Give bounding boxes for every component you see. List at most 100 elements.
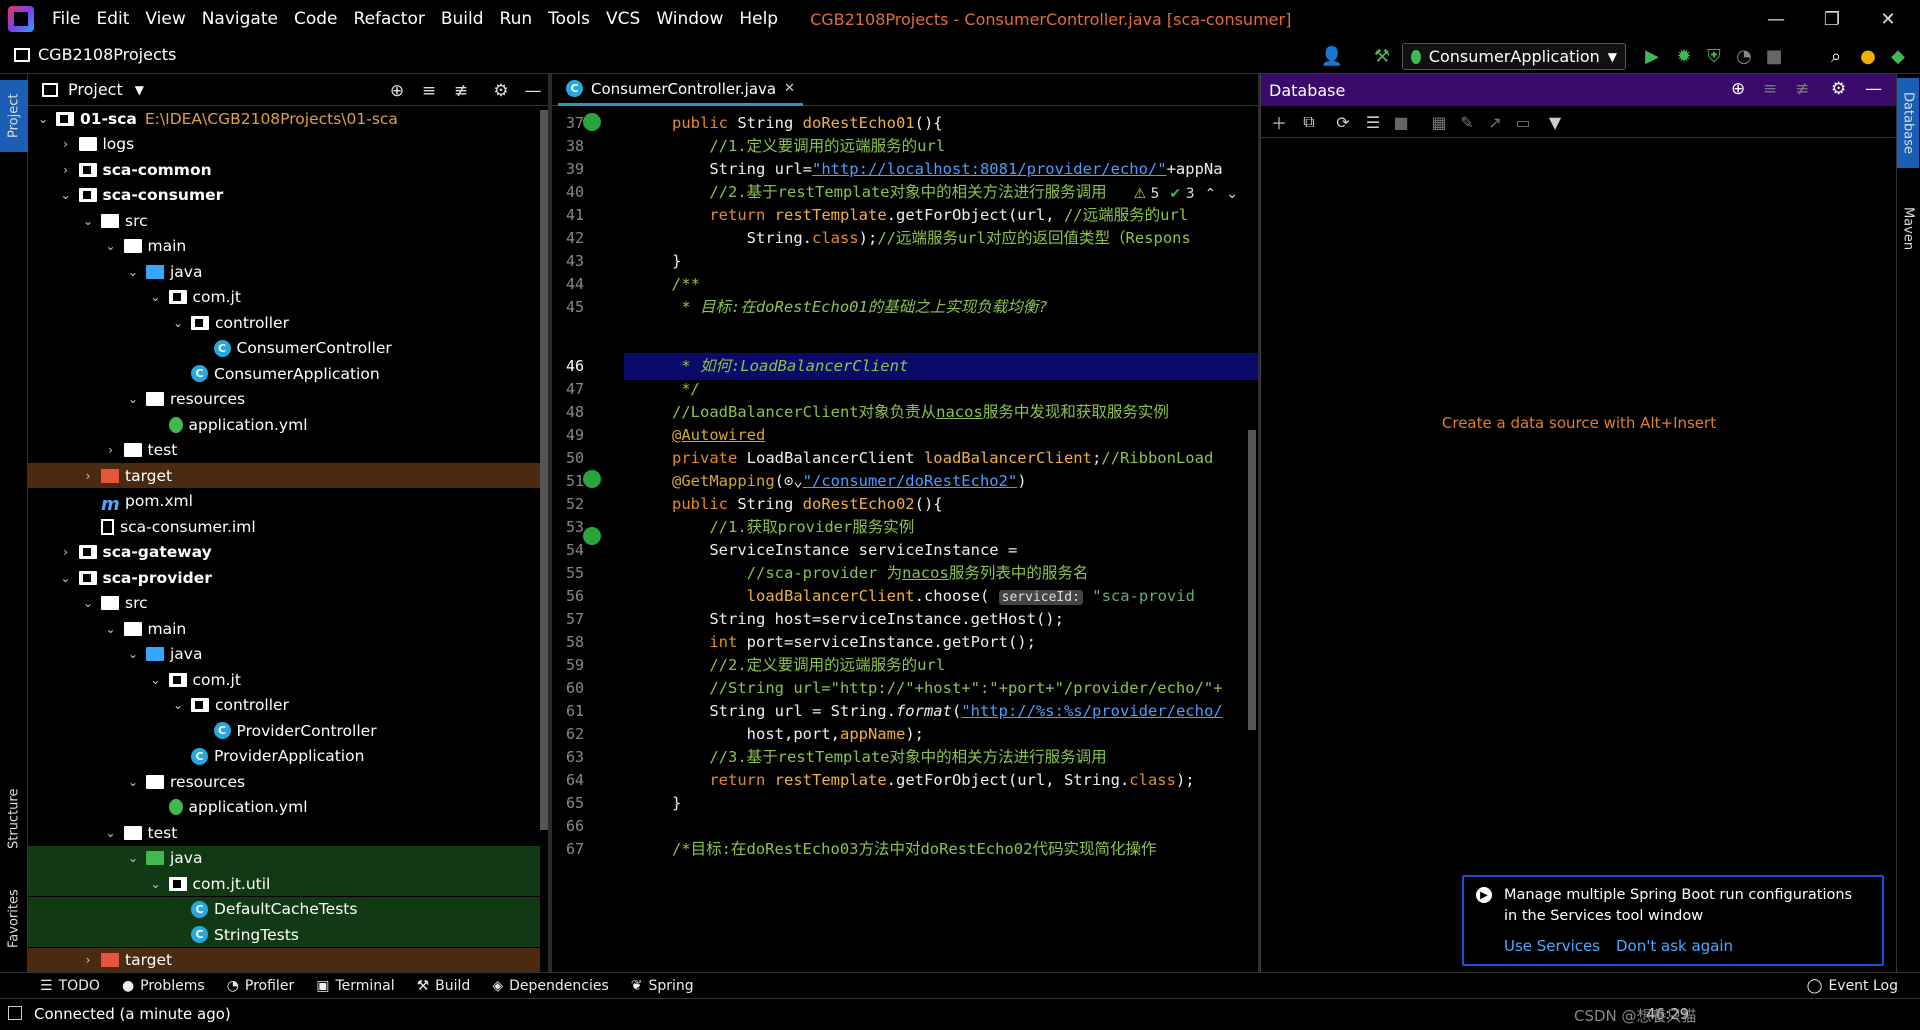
structure-tool-tab[interactable]: Structure	[0, 774, 28, 864]
jump-icon[interactable]: ↗	[1485, 112, 1505, 132]
gear-icon[interactable]: ⚙	[1831, 79, 1846, 99]
chevron-down-icon[interactable]: ⌄	[126, 851, 140, 865]
schema-icon[interactable]: ☰	[1363, 112, 1383, 132]
tree-item[interactable]: ⌄ com.jt	[28, 285, 540, 310]
gear-icon[interactable]: ⚙	[490, 80, 512, 102]
tree-item[interactable]: ⌄ java	[28, 642, 540, 667]
search-icon[interactable]: ⌕	[1824, 44, 1848, 68]
tree-item[interactable]: ⌄ resources	[28, 387, 540, 412]
code-line-67[interactable]: /*目标:在doRestEcho03方法中对doRestEcho02代码实现简化…	[672, 836, 1258, 863]
tree-item[interactable]: ⌄ com.jt	[28, 667, 540, 692]
database-tool-tab[interactable]: Database	[1897, 78, 1919, 168]
bean-gutter-icon[interactable]	[583, 470, 601, 488]
expand-all-icon[interactable]: ≡	[1763, 79, 1777, 99]
edit-icon[interactable]: ✎	[1457, 112, 1477, 132]
chevron-down-icon[interactable]: ⌄	[149, 877, 163, 891]
chevron-down-icon[interactable]: ⌄	[126, 392, 140, 406]
tree-item[interactable]: ⌄ main	[28, 616, 540, 641]
tree-item[interactable]: ⌄ controller	[28, 693, 540, 718]
maven-tool-tab[interactable]: Maven	[1897, 194, 1919, 264]
user-icon[interactable]: 👤	[1320, 44, 1344, 68]
database-empty-text[interactable]: Create a data source with Alt+Insert	[1261, 414, 1897, 432]
restore-button[interactable]: ❐	[1804, 0, 1860, 38]
run-gutter-icon[interactable]	[583, 113, 601, 131]
tree-item[interactable]: ⌄ main	[28, 234, 540, 259]
tree-item[interactable]: › sca-common	[28, 157, 540, 182]
coverage-icon[interactable]: ⛨	[1702, 44, 1726, 68]
chevron-down-icon[interactable]: ⌄	[149, 673, 163, 687]
copy-icon[interactable]: ⧉	[1299, 112, 1319, 132]
chevron-down-icon[interactable]: ⌄	[59, 188, 73, 202]
run-gutter-icon[interactable]	[583, 527, 601, 545]
menu-refactor[interactable]: Refactor	[346, 9, 433, 29]
run-icon[interactable]: ▶	[1640, 44, 1664, 68]
chevron-down-icon[interactable]: ⌄	[104, 622, 118, 636]
tree-item[interactable]: ⌄ controller	[28, 310, 540, 335]
chevron-down-icon[interactable]: ⌄	[81, 596, 95, 610]
close-icon[interactable]: ✕	[784, 81, 795, 96]
project-tool-tab[interactable]: Project	[0, 80, 28, 152]
close-window-button[interactable]: ✕	[1860, 0, 1916, 38]
chevron-down-icon[interactable]: ⌄	[104, 239, 118, 253]
tree-item[interactable]: ⌄ com.jt.util	[28, 871, 540, 896]
chevron-down-icon[interactable]: ⌄	[126, 775, 140, 789]
terminal-tab[interactable]: ▣ Terminal	[316, 978, 394, 994]
expand-all-icon[interactable]: ≡	[418, 80, 440, 102]
tree-item[interactable]: › target	[28, 463, 540, 488]
menu-run[interactable]: Run	[492, 9, 541, 29]
tree-item[interactable]: ⌄ 01-sca E:\IDEA\CGB2108Projects\01-sca	[28, 106, 540, 131]
tree-item[interactable]: application.yml	[28, 412, 540, 437]
hide-panel-icon[interactable]: —	[522, 80, 544, 102]
todo-tab[interactable]: ☰ TODO	[40, 978, 100, 994]
menu-navigate[interactable]: Navigate	[194, 9, 286, 29]
chevron-right-icon[interactable]: ›	[81, 469, 95, 483]
update-icon[interactable]: ●	[1856, 44, 1880, 68]
tree-item[interactable]: ⌄ sca-consumer	[28, 183, 540, 208]
menu-edit[interactable]: Edit	[88, 9, 137, 29]
menu-build[interactable]: Build	[433, 9, 492, 29]
add-icon[interactable]: ＋	[1269, 112, 1289, 133]
menu-help[interactable]: Help	[731, 9, 786, 29]
locate-icon[interactable]: ⊕	[386, 80, 408, 102]
collapse-all-icon[interactable]: ≢	[1795, 79, 1809, 99]
tree-item[interactable]: C ProviderApplication	[28, 744, 540, 769]
tree-item[interactable]: › target	[28, 947, 540, 973]
tree-item[interactable]: › logs	[28, 132, 540, 157]
project-panel-title[interactable]: Project	[68, 80, 123, 99]
chevron-right-icon[interactable]: ›	[59, 137, 73, 151]
chevron-down-icon[interactable]: ⌄	[81, 214, 95, 228]
chevron-down-icon[interactable]: ⌄	[126, 647, 140, 661]
menu-file[interactable]: File	[44, 9, 88, 29]
favorites-tool-tab[interactable]: Favorites	[0, 874, 28, 964]
profiler-icon[interactable]: ◔	[1732, 44, 1756, 68]
chevron-down-icon[interactable]: ⌄	[171, 316, 185, 330]
filter-icon[interactable]: ▼	[1545, 112, 1565, 132]
chevron-right-icon[interactable]: ›	[104, 443, 118, 457]
code-line-65[interactable]: }	[672, 790, 1258, 817]
hide-panel-icon[interactable]: —	[1865, 79, 1882, 99]
build-tab[interactable]: ⚒ Build	[417, 978, 471, 994]
chevron-down-icon[interactable]: ▼	[135, 83, 144, 97]
build-hammer-icon[interactable]: ⚒	[1370, 44, 1394, 68]
debug-icon[interactable]: ✹	[1672, 44, 1696, 68]
menu-view[interactable]: View	[137, 9, 193, 29]
collapse-all-icon[interactable]: ≢	[450, 80, 472, 102]
tree-item[interactable]: ⌄ java	[28, 845, 540, 871]
tree-item[interactable]: C StringTests	[28, 922, 540, 947]
status-toggle-icon[interactable]	[8, 1006, 22, 1020]
tree-item[interactable]: ⌄ test	[28, 820, 540, 845]
tree-item[interactable]: ⌄ src	[28, 208, 540, 233]
stop-icon[interactable]: ■	[1391, 112, 1411, 132]
menu-window[interactable]: Window	[648, 9, 731, 29]
editor-scrollbar[interactable]	[1248, 430, 1256, 730]
tree-item[interactable]: ⌄ resources	[28, 769, 540, 794]
chevron-down-icon[interactable]: ⌄	[104, 826, 118, 840]
tree-item[interactable]: C ProviderController	[28, 718, 540, 743]
tree-item[interactable]: ⌄ src	[28, 591, 540, 616]
tree-item[interactable]: sca-consumer.iml	[28, 514, 540, 539]
code-line-45[interactable]: * 目标:在doRestEcho01的基础之上实现负载均衡?	[672, 294, 1258, 321]
problems-tab[interactable]: ● Problems	[122, 978, 205, 994]
chevron-down-icon[interactable]: ⌄	[59, 571, 73, 585]
tree-item[interactable]: › test	[28, 438, 540, 463]
menu-tools[interactable]: Tools	[540, 9, 598, 29]
